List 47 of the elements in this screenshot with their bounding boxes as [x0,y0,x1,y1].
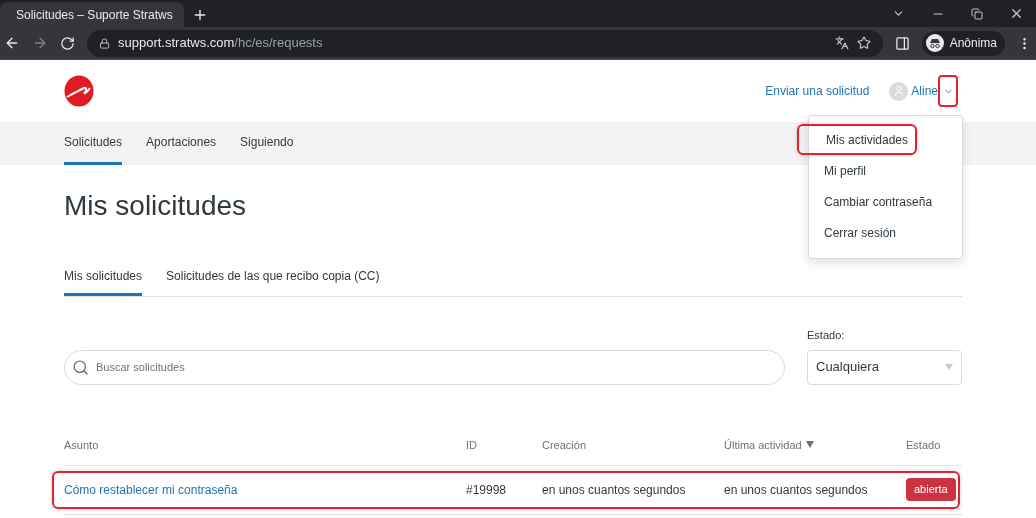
table-cell-text: #19998 [466,481,508,499]
table-cell-text: en unos cuantos segundos [542,481,687,499]
user-menu-button[interactable] [938,75,958,107]
logo-icon[interactable] [64,75,94,107]
side-panel-icon[interactable] [894,35,910,51]
forward-icon[interactable] [32,35,48,51]
profile-button[interactable]: Anônima [921,30,1005,56]
url-text: support.stratws.com/hc/es/requests [118,34,323,53]
browser-tab[interactable]: Solicitudes – Suporte Stratws [0,2,184,27]
nav-tab[interactable]: Solicitudes [64,122,123,165]
avatar-icon [889,81,909,101]
close-window-icon[interactable] [1009,6,1024,21]
menu-item[interactable]: Mis actividades [797,124,917,155]
search-field[interactable]: Buscar solicitudes [64,349,785,385]
nav-tab[interactable]: Aportaciones [146,122,217,165]
reload-icon[interactable] [60,35,75,51]
menu-item[interactable]: Mi perfil [809,155,962,186]
new-tab-icon[interactable] [192,7,208,23]
column-header[interactable]: Asunto [64,436,466,453]
submit-request-link[interactable]: Enviar una solicitud [765,82,870,100]
bookmark-star-icon[interactable] [856,36,871,50]
menu-item[interactable]: Cambiar contraseña [809,186,962,217]
address-bar[interactable]: support.stratws.com/hc/es/requests [87,29,883,57]
status-badge: abierta [906,478,956,501]
column-header[interactable]: Creación [542,436,724,453]
filter-label: Estado: [807,328,846,343]
user-name[interactable]: Aline [911,82,938,100]
back-icon[interactable] [4,35,20,51]
tab-title: Solicitudes – Suporte Stratws [16,6,173,24]
restore-icon[interactable] [971,7,983,20]
nav-tab[interactable]: Siguiendo [240,122,294,165]
lock-icon [99,37,110,49]
page-title: Mis solicitudes [64,189,247,223]
status-select[interactable]: Cualquiera [807,349,962,385]
sub-tab[interactable]: Mis solicitudes [64,258,143,296]
menu-item[interactable]: Cerrar sesión [809,217,962,248]
column-header[interactable]: Última actividad [724,436,906,453]
sub-tab[interactable]: Solicitudes de las que recibo copia (CC) [166,258,380,296]
column-header[interactable]: Estado [906,436,962,453]
sort-arrow-icon [805,441,814,449]
table-cell-text: en unos cuantos segundos [724,481,869,499]
dropdown-caret-icon [945,364,953,370]
search-icon [72,358,89,376]
request-link[interactable]: Cómo restablecer mi contraseña [64,480,466,499]
translate-icon[interactable] [834,36,849,50]
column-header[interactable]: ID [466,436,542,453]
hat-glasses-icon [925,34,944,52]
